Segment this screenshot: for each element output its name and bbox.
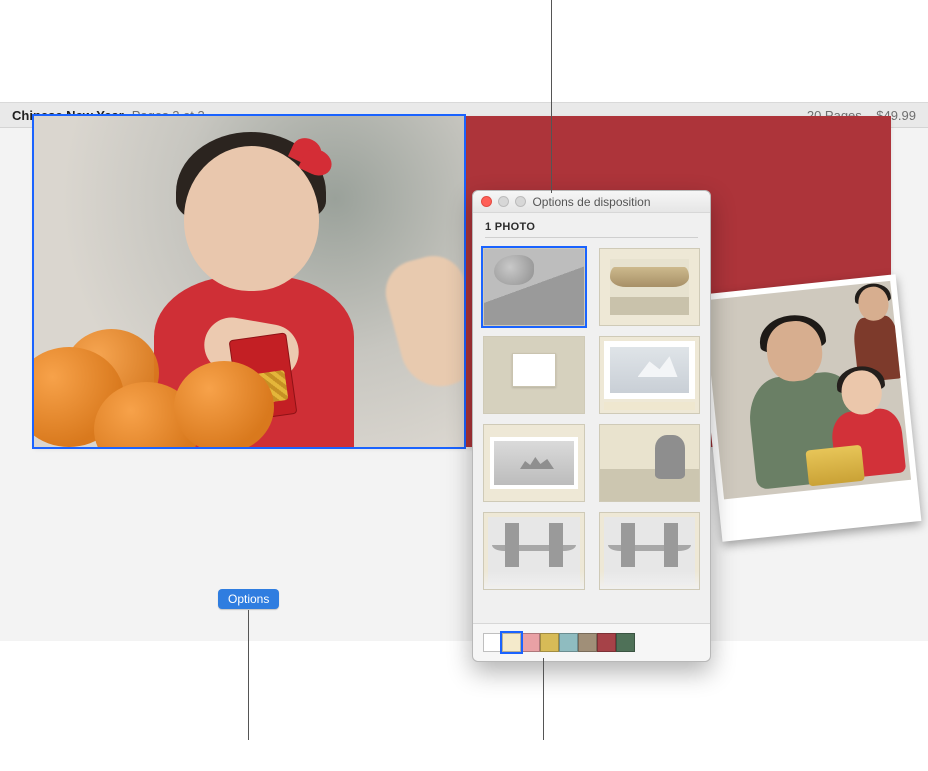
layout-thumb-1[interactable]	[483, 248, 585, 326]
window-zoom-icon	[515, 196, 526, 207]
layout-thumb-8[interactable]	[599, 512, 701, 590]
layout-thumb-4[interactable]	[599, 336, 701, 414]
window-minimize-icon	[498, 196, 509, 207]
color-swatch-4[interactable]	[559, 633, 578, 652]
callout-line-left	[248, 610, 249, 740]
page-options-label: Options	[228, 592, 269, 606]
page-left-photo	[34, 116, 464, 447]
background-color-row	[473, 623, 710, 661]
color-swatch-3[interactable]	[540, 633, 559, 652]
layout-section-label: 1 PHOTO	[473, 213, 710, 235]
window-close-icon[interactable]	[481, 196, 492, 207]
color-swatch-2[interactable]	[521, 633, 540, 652]
color-swatch-0[interactable]	[483, 633, 502, 652]
callout-line-right	[543, 658, 544, 740]
color-swatch-1[interactable]	[502, 633, 521, 652]
callout-line-top	[551, 0, 552, 193]
layout-options-panel: Options de disposition 1 PHOTO	[472, 190, 711, 662]
color-swatch-6[interactable]	[597, 633, 616, 652]
page-right-photo[interactable]	[697, 274, 922, 542]
layout-thumb-2[interactable]	[599, 248, 701, 326]
layout-thumb-7[interactable]	[483, 512, 585, 590]
layout-thumb-3[interactable]	[483, 336, 585, 414]
page-left-selected[interactable]	[34, 116, 464, 447]
color-swatch-5[interactable]	[578, 633, 597, 652]
page-options-button[interactable]: Options	[218, 589, 279, 609]
color-swatch-7[interactable]	[616, 633, 635, 652]
layout-thumb-6[interactable]	[599, 424, 701, 502]
layout-thumb-5[interactable]	[483, 424, 585, 502]
layout-thumbnail-grid	[473, 244, 710, 623]
panel-titlebar[interactable]: Options de disposition	[473, 191, 710, 213]
